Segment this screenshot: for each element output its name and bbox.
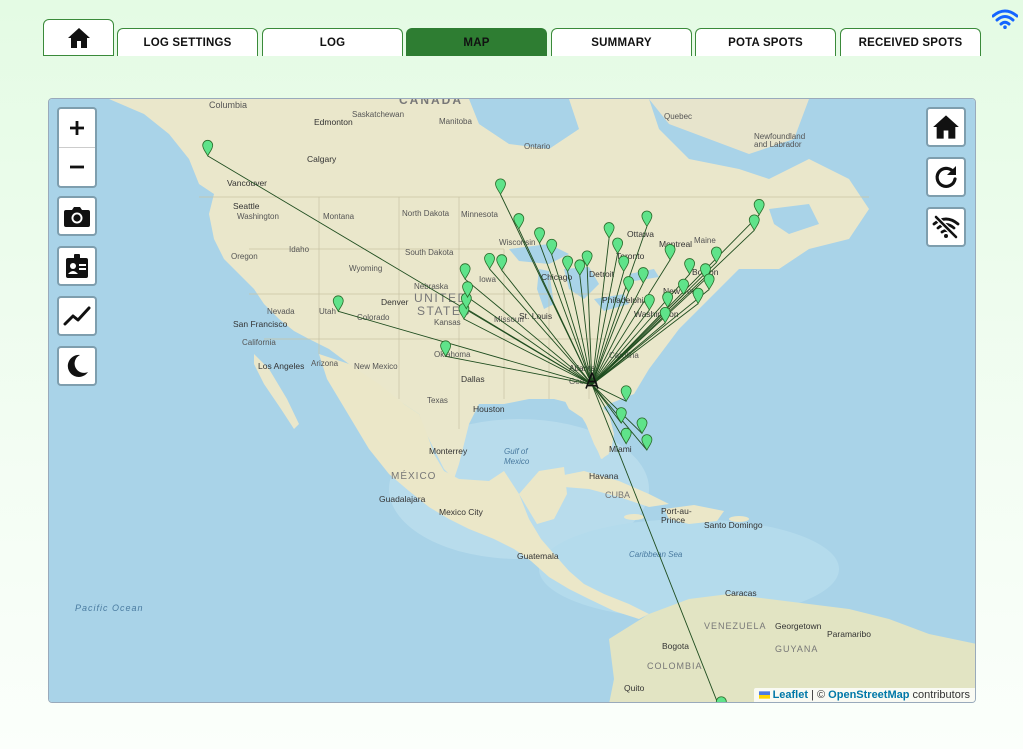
svg-text:Wyoming: Wyoming [349,264,382,273]
svg-text:Montana: Montana [323,212,355,221]
camera-icon [64,207,90,227]
svg-text:Houston: Houston [473,404,505,414]
chart-line-icon [63,306,91,326]
zoom-in-button[interactable] [59,109,95,148]
map-tiles[interactable]: CANADA UNITED STATES MÉXICO CUBA VENEZUE… [49,99,976,703]
tab-home[interactable] [43,19,114,56]
svg-text:Pacific Ocean: Pacific Ocean [75,603,144,613]
svg-text:Caracas: Caracas [725,588,757,598]
svg-text:Denver: Denver [381,297,409,307]
svg-text:Montreal: Montreal [659,239,692,249]
svg-text:Ottawa: Ottawa [627,229,654,239]
screenshot-button[interactable] [57,196,97,236]
svg-text:Havana: Havana [589,471,619,481]
chart-button[interactable] [57,296,97,336]
refresh-button[interactable] [926,157,966,197]
svg-text:Mexico: Mexico [504,457,530,466]
svg-text:Saskatchewan: Saskatchewan [352,110,404,119]
svg-text:Quito: Quito [624,683,645,693]
svg-text:Edmonton: Edmonton [314,117,353,127]
zoom-control [57,107,97,188]
svg-text:Utah: Utah [319,307,336,316]
svg-text:Mexico City: Mexico City [439,507,484,517]
zoom-in-icon [70,121,84,135]
svg-text:Detroit: Detroit [589,269,615,279]
svg-text:New Mexico: New Mexico [354,362,398,371]
map-view[interactable]: CANADA UNITED STATES MÉXICO CUBA VENEZUE… [48,98,976,703]
svg-text:Miami: Miami [609,444,632,454]
attribution-suffix: contributors [909,689,970,701]
tab-log[interactable]: LOG [262,28,403,56]
svg-text:Ontario: Ontario [524,142,551,151]
svg-text:MÉXICO: MÉXICO [391,469,436,482]
svg-text:Guadalajara: Guadalajara [379,494,426,504]
tab-pota-spots[interactable]: POTA SPOTS [695,28,836,56]
svg-text:Arizona: Arizona [311,359,339,368]
svg-text:Oregon: Oregon [231,252,258,261]
map-attribution: Leaflet | © OpenStreetMap contributors [753,688,975,702]
zoom-out-icon [70,165,84,169]
svg-text:Nebraska: Nebraska [414,282,449,291]
offline-toggle-button[interactable] [926,207,966,247]
svg-text:Bogota: Bogota [662,641,689,651]
id-badge-icon [66,254,88,278]
map-home-button[interactable] [926,107,966,147]
home-icon [933,115,959,139]
svg-text:Quebec: Quebec [664,112,692,121]
svg-text:North Dakota: North Dakota [402,209,450,218]
svg-text:Paramaribo: Paramaribo [827,629,871,639]
ukraine-flag-icon [758,691,770,699]
svg-text:Idaho: Idaho [289,245,310,254]
svg-text:and Labrador: and Labrador [754,140,802,149]
svg-text:Los Angeles: Los Angeles [258,361,304,371]
svg-text:Manitoba: Manitoba [439,117,472,126]
svg-text:CANADA: CANADA [399,99,463,107]
svg-text:San Francisco: San Francisco [233,319,288,329]
leaflet-link[interactable]: Leaflet [773,689,808,701]
moon-icon [67,354,88,377]
svg-text:Nevada: Nevada [267,307,295,316]
tab-log-settings[interactable]: LOG SETTINGS [117,28,258,56]
svg-text:Washington: Washington [237,212,279,221]
home-icon [67,27,90,48]
dark-mode-button[interactable] [57,346,97,386]
svg-text:Maine: Maine [694,236,716,245]
svg-text:South Dakota: South Dakota [405,248,454,257]
svg-text:UNITED: UNITED [414,291,468,305]
tab-map[interactable]: MAP [406,28,547,56]
zoom-out-button[interactable] [59,148,95,186]
svg-text:California: California [242,338,276,347]
wifi-off-icon [932,215,960,239]
svg-text:Minnesota: Minnesota [461,210,498,219]
wifi-icon [992,9,1018,29]
svg-text:Santo Domingo: Santo Domingo [704,520,763,530]
svg-text:Wisconsin: Wisconsin [499,238,535,247]
svg-text:Caribbean Sea: Caribbean Sea [629,550,683,559]
svg-text:Gulf of: Gulf of [504,447,528,456]
svg-text:Monterrey: Monterrey [429,446,468,456]
svg-text:GUYANA: GUYANA [775,644,818,654]
svg-text:Kansas: Kansas [434,318,461,327]
svg-text:Texas: Texas [427,396,448,405]
tab-summary[interactable]: SUMMARY [551,28,692,56]
tab-received-spots[interactable]: RECEIVED SPOTS [840,28,981,56]
svg-text:Colorado: Colorado [357,313,390,322]
attribution-separator: | © [808,689,829,701]
svg-text:Dallas: Dallas [461,374,485,384]
svg-text:Calgary: Calgary [307,154,337,164]
svg-text:Guatemala: Guatemala [517,551,559,561]
svg-text:Columbia: Columbia [209,100,247,110]
osm-link[interactable]: OpenStreetMap [828,689,909,701]
svg-text:VENEZUELA: VENEZUELA [704,621,767,631]
svg-text:COLOMBIA: COLOMBIA [647,661,703,671]
svg-text:Georgetown: Georgetown [775,621,822,631]
svg-text:Iowa: Iowa [479,275,496,284]
tab-bar: LOG SETTINGS LOG MAP SUMMARY POTA SPOTS … [0,0,1023,60]
svg-text:CUBA: CUBA [605,490,630,500]
contact-marker[interactable] [715,696,727,703]
svg-text:Seattle: Seattle [233,201,260,211]
station-info-button[interactable] [57,246,97,286]
refresh-icon [935,166,957,188]
svg-text:Prince: Prince [661,515,685,525]
